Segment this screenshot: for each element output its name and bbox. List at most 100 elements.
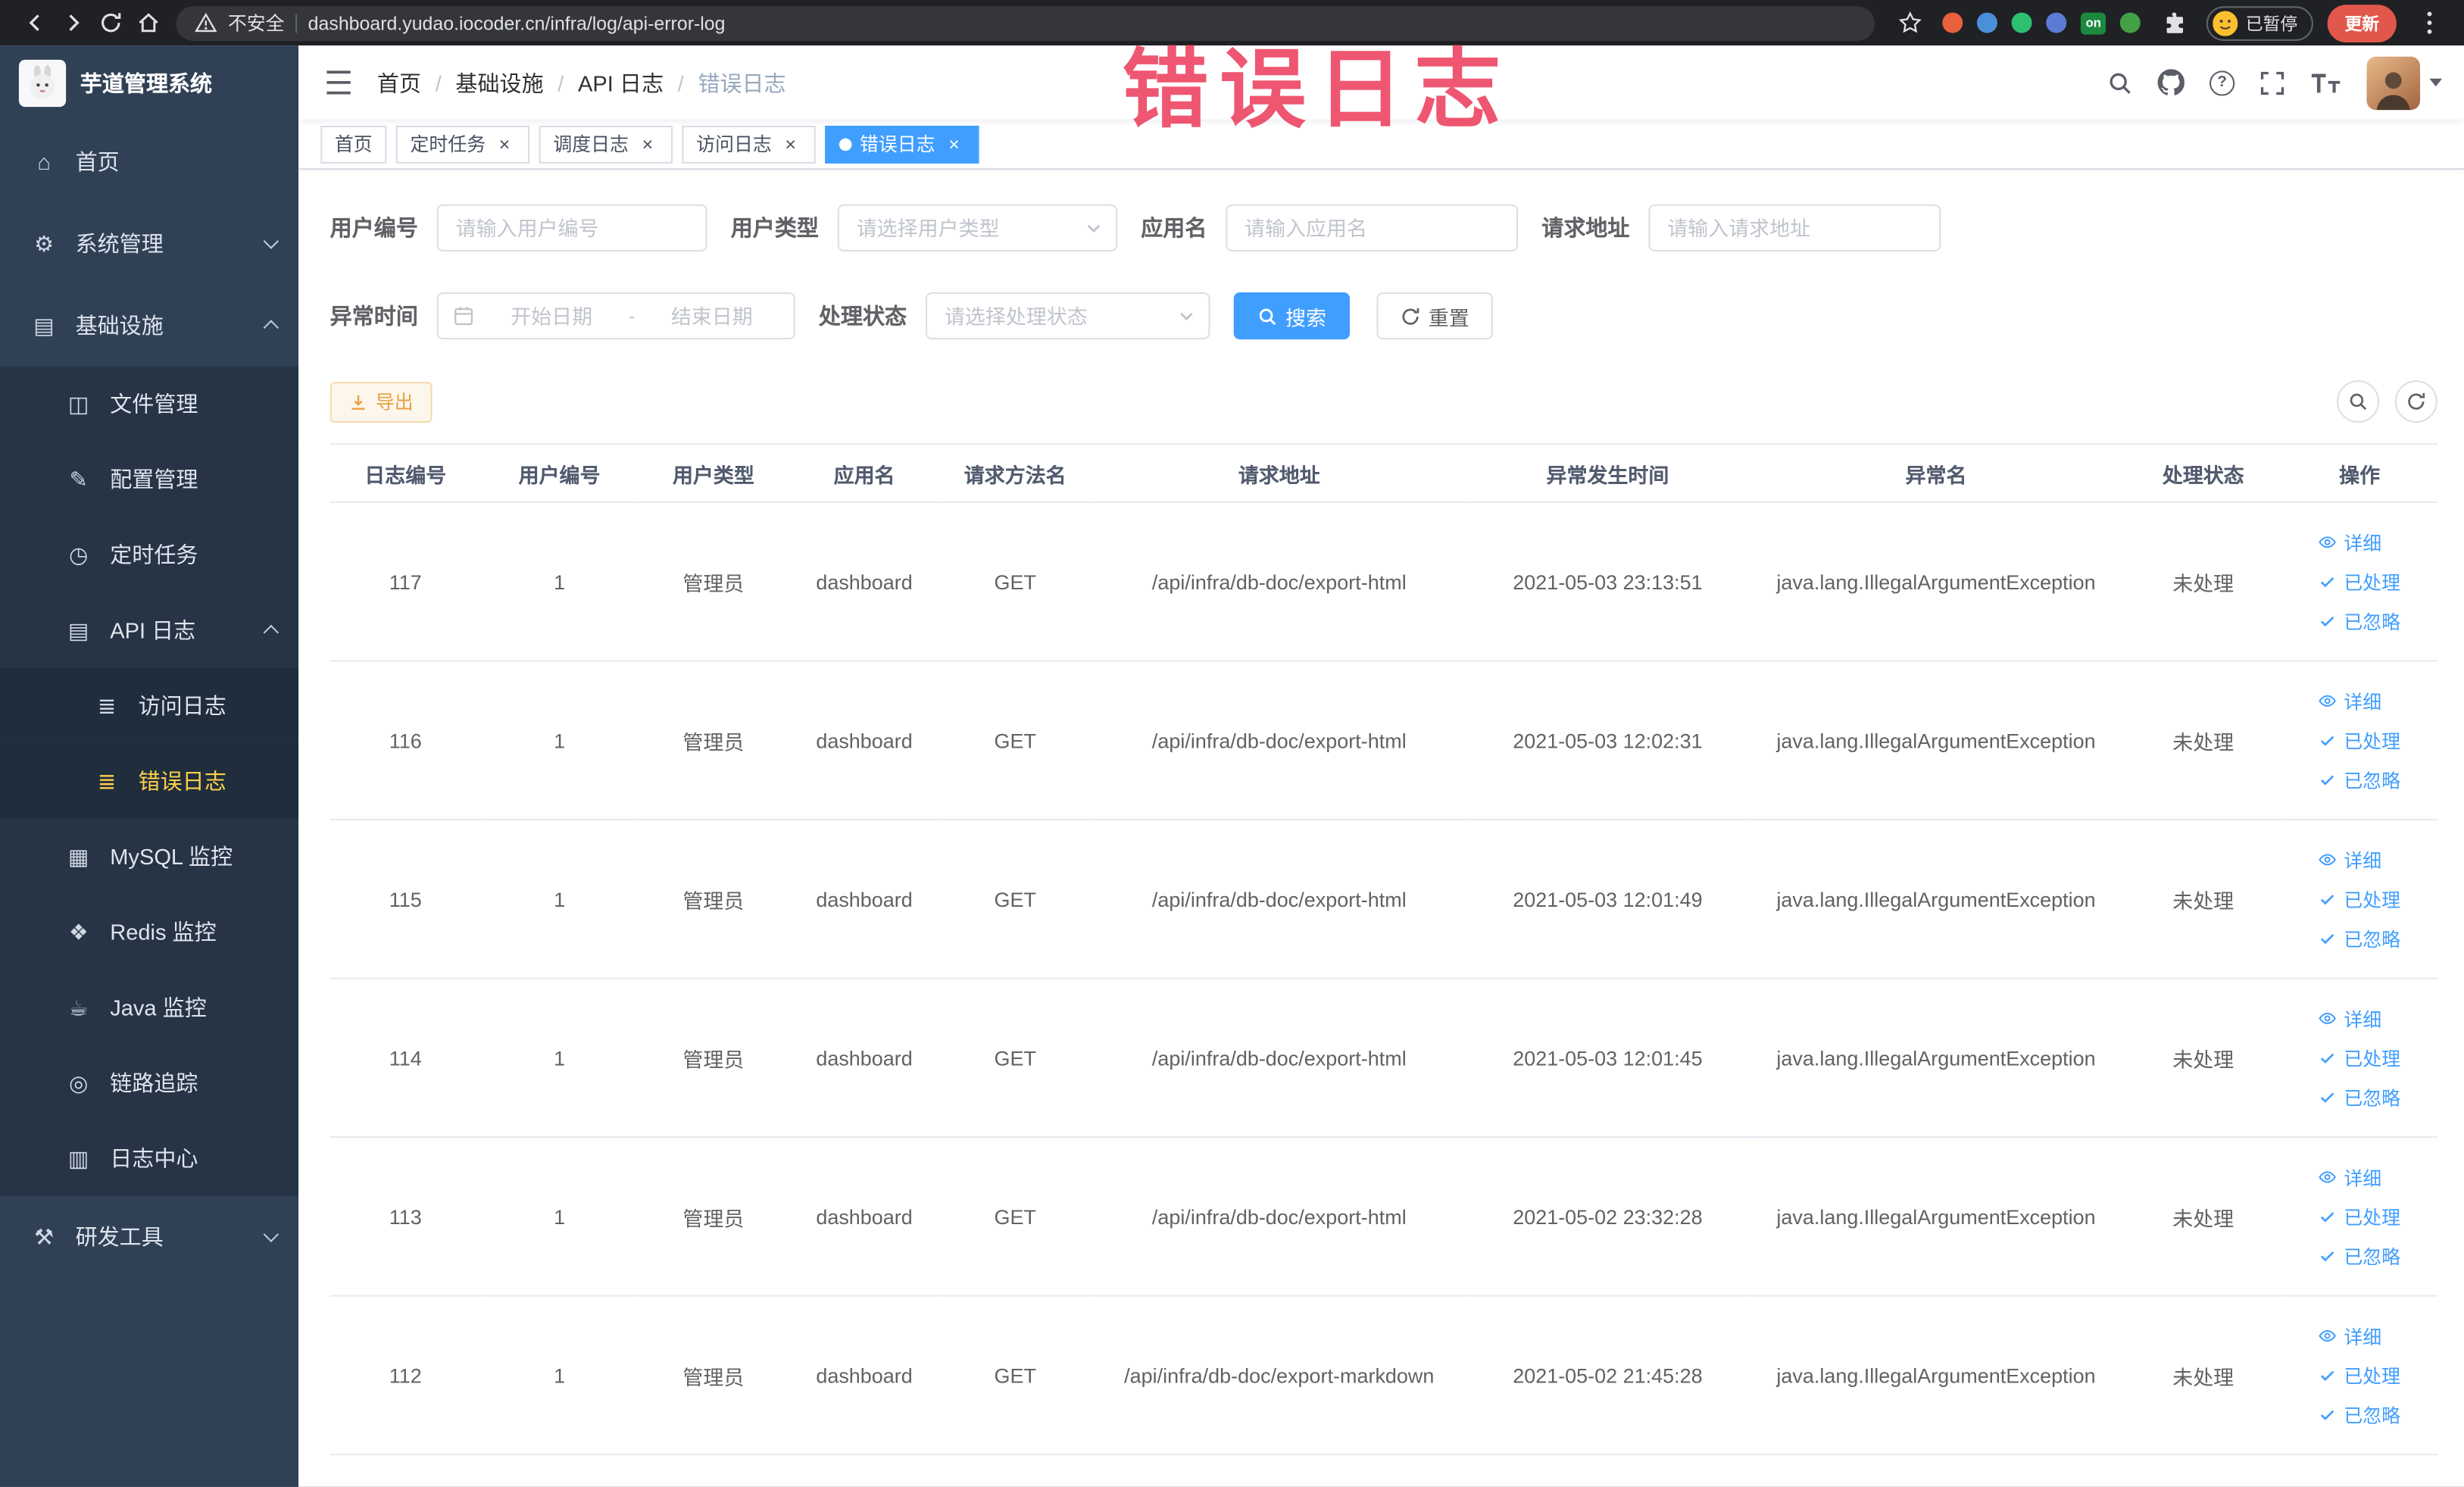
check-icon [2321, 1410, 2335, 1420]
sidebar-toggle-icon[interactable] [298, 45, 377, 120]
detail-link[interactable]: 详细 [2319, 1005, 2381, 1032]
start-date-input[interactable] [484, 304, 620, 328]
sidebar-item-label: 基础设施 [75, 312, 164, 339]
ignored-link[interactable]: 已忽略 [2319, 608, 2400, 634]
search-icon[interactable] [2107, 70, 2132, 95]
sidebar-item-config-mgmt[interactable]: ✎ 配置管理 [0, 441, 299, 517]
ignored-link[interactable]: 已忽略 [2319, 1242, 2400, 1269]
extension-icon-2[interactable] [1977, 12, 1998, 33]
extensions-puzzle-icon[interactable] [2154, 4, 2192, 42]
help-icon[interactable]: ? [2209, 70, 2235, 95]
extension-icon-4[interactable] [2046, 12, 2067, 33]
sidebar-item-scheduled-job[interactable]: ◷ 定时任务 [0, 517, 299, 593]
detail-link[interactable]: 详细 [2319, 688, 2381, 714]
check-icon [2321, 933, 2335, 945]
close-icon[interactable]: × [494, 133, 516, 155]
tab-home[interactable]: 首页 [320, 124, 387, 163]
breadcrumb-item-1[interactable]: 首页 [377, 67, 421, 98]
bookmark-star-icon[interactable] [1891, 4, 1928, 42]
date-range-picker[interactable]: - [436, 292, 795, 340]
cell-exception: java.lang.IllegalArgumentException [1747, 661, 2125, 820]
request-url-input[interactable] [1648, 204, 1941, 251]
process-status-select[interactable] [925, 292, 1210, 340]
update-button[interactable]: 更新 [2327, 4, 2397, 42]
browser-toolbar-right: on 已暂停 更新 [1891, 4, 2448, 42]
user-id-input[interactable] [436, 204, 707, 251]
breadcrumb: 首页 / 基础设施 / API 日志 / 错误日志 [377, 67, 786, 98]
processed-link[interactable]: 已处理 [2319, 1045, 2400, 1071]
address-bar[interactable]: 不安全 dashboard.yudao.iocoder.cn/infra/log… [176, 5, 1875, 40]
tags-view: 首页 定时任务 × 调度日志 × 访问日志 × 错误日志 × [298, 119, 2464, 170]
tab-access-log[interactable]: 访问日志 × [682, 124, 816, 163]
sidebar-item-mysql-monitor[interactable]: ▦ MySQL 监控 [0, 818, 299, 895]
cell-actions: 详细 已处理 已忽略 [2281, 501, 2437, 662]
browser-menu-icon[interactable] [2411, 4, 2449, 42]
ignored-link[interactable]: 已忽略 [2319, 1084, 2400, 1111]
processed-link[interactable]: 已处理 [2319, 1362, 2400, 1389]
sidebar-item-redis-monitor[interactable]: ❖ Redis 监控 [0, 894, 299, 970]
processed-link[interactable]: 已处理 [2319, 568, 2400, 595]
extension-badge-icon[interactable]: on [2081, 11, 2106, 34]
refresh-button[interactable] [2394, 380, 2437, 423]
tab-job-log[interactable]: 调度日志 × [539, 124, 673, 163]
user-menu[interactable] [2366, 55, 2443, 110]
column-header: 异常发生时间 [1467, 443, 1748, 503]
ignored-link[interactable]: 已忽略 [2319, 1401, 2400, 1428]
processed-link[interactable]: 已处理 [2319, 1203, 2400, 1229]
user-type-select[interactable] [837, 204, 1118, 251]
sidebar-item-api-log[interactable]: ▤ API 日志 [0, 592, 299, 668]
search-toggle-button[interactable] [2337, 380, 2380, 423]
ignored-link[interactable]: 已忽略 [2319, 766, 2400, 792]
extension-icon-6[interactable] [2119, 12, 2141, 33]
sidebar-item-log-center[interactable]: ▥ 日志中心 [0, 1120, 299, 1196]
reset-button[interactable]: 重置 [1376, 292, 1494, 340]
breadcrumb-item-3[interactable]: API 日志 [578, 67, 664, 98]
profile-paused-button[interactable]: 已暂停 [2206, 5, 2313, 40]
cell-app-name: dashboard [789, 819, 940, 979]
sidebar-item-java-monitor[interactable]: ☕ Java 监控 [0, 970, 299, 1045]
back-icon[interactable] [16, 4, 54, 42]
close-icon[interactable]: × [636, 133, 658, 155]
sidebar-item-error-log[interactable]: ≣ 错误日志 [0, 743, 299, 819]
home-icon[interactable] [129, 4, 167, 42]
search-button[interactable]: 搜索 [1233, 292, 1351, 340]
cell-time: 2021-05-02 21:45:28 [1467, 1295, 1748, 1456]
end-date-input[interactable] [644, 304, 780, 328]
sidebar-item-label: Java 监控 [110, 995, 207, 1020]
detail-link[interactable]: 详细 [2319, 529, 2381, 555]
export-button[interactable]: 导出 [329, 381, 433, 423]
cell-actions: 详细 已处理 已忽略 [2281, 978, 2437, 1139]
sidebar-item-dev-tools[interactable]: ⚒ 研发工具 [0, 1196, 298, 1278]
check-icon [2321, 1212, 2335, 1223]
sidebar-item-trace[interactable]: ◎ 链路追踪 [0, 1045, 299, 1121]
cell-time: 2021-05-03 23:13:51 [1467, 501, 1748, 662]
sidebar-item-system-mgmt[interactable]: ⚙ 系统管理 [0, 203, 298, 285]
sidebar-item-infrastructure[interactable]: ▤ 基础设施 [0, 285, 298, 367]
app-name-input[interactable] [1226, 204, 1519, 251]
detail-link[interactable]: 详细 [2319, 1323, 2381, 1349]
detail-link[interactable]: 详细 [2319, 1164, 2381, 1190]
breadcrumb-item-2[interactable]: 基础设施 [455, 67, 543, 98]
forward-icon[interactable] [54, 4, 92, 42]
close-icon[interactable]: × [779, 133, 801, 155]
tab-job[interactable]: 定时任务 × [395, 124, 530, 163]
extension-icon-1[interactable] [1942, 12, 1963, 33]
cell-time: 2021-05-03 12:01:49 [1467, 819, 1748, 979]
close-icon[interactable]: × [943, 133, 965, 155]
github-icon[interactable] [2157, 69, 2184, 95]
processed-link[interactable]: 已处理 [2319, 727, 2400, 754]
reload-icon[interactable] [91, 4, 129, 42]
processed-link[interactable]: 已处理 [2319, 886, 2400, 912]
column-header: 请求方法名 [939, 443, 1091, 503]
ignored-link[interactable]: 已忽略 [2319, 925, 2400, 951]
extension-icon-3[interactable] [2012, 12, 2033, 33]
sidebar-item-home[interactable]: ⌂ 首页 [0, 121, 298, 203]
sidebar-item-file-mgmt[interactable]: ◫ 文件管理 [0, 366, 299, 442]
refresh-icon [2408, 392, 2425, 410]
tab-error-log[interactable]: 错误日志 × [825, 124, 979, 163]
detail-link[interactable]: 详细 [2319, 846, 2381, 873]
fullscreen-icon[interactable] [2259, 70, 2284, 95]
sidebar-item-access-log[interactable]: ≣ 访问日志 [0, 667, 299, 744]
font-size-icon[interactable] [2310, 71, 2341, 93]
sidebar-item-label: Redis 监控 [110, 919, 217, 945]
